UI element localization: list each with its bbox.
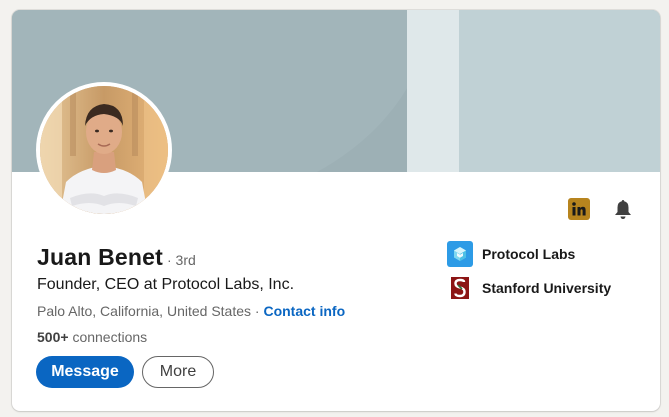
more-button[interactable]: More bbox=[142, 356, 214, 388]
profile-name: Juan Benet bbox=[37, 244, 163, 270]
profile-card: Juan Benet · 3rd Founder, CEO at Protoco… bbox=[12, 10, 660, 411]
stanford-logo bbox=[447, 275, 473, 301]
connections-link[interactable]: 500+ connections bbox=[37, 329, 147, 345]
location-separator: · bbox=[251, 303, 264, 319]
banner-strip bbox=[407, 10, 459, 172]
org-name: Protocol Labs bbox=[482, 246, 576, 262]
top-icons bbox=[568, 198, 634, 220]
profile-headline: Founder, CEO at Protocol Labs, Inc. bbox=[37, 276, 295, 293]
organizations-list: Protocol Labs Stanford University bbox=[447, 240, 611, 308]
linkedin-icon[interactable] bbox=[568, 198, 590, 220]
name-row: Juan Benet · 3rd bbox=[37, 244, 196, 271]
message-button[interactable]: Message bbox=[36, 356, 134, 388]
org-item-stanford[interactable]: Stanford University bbox=[447, 274, 611, 302]
bell-icon[interactable] bbox=[612, 198, 634, 220]
banner-panel bbox=[459, 10, 660, 172]
profile-actions: Message More bbox=[36, 356, 214, 388]
org-name: Stanford University bbox=[482, 280, 612, 296]
profile-location: Palo Alto, California, United States bbox=[37, 303, 252, 319]
connection-degree: · 3rd bbox=[166, 252, 196, 268]
connections-count: 500+ bbox=[37, 329, 69, 345]
contact-info-link[interactable]: Contact info bbox=[263, 303, 345, 319]
location-row: Palo Alto, California, United States · C… bbox=[37, 303, 345, 319]
protocol-labs-logo bbox=[447, 241, 473, 267]
org-item-protocol-labs[interactable]: Protocol Labs bbox=[447, 240, 611, 268]
avatar-photo bbox=[40, 86, 168, 214]
connections-label: connections bbox=[72, 329, 148, 345]
profile-avatar[interactable] bbox=[36, 82, 172, 218]
